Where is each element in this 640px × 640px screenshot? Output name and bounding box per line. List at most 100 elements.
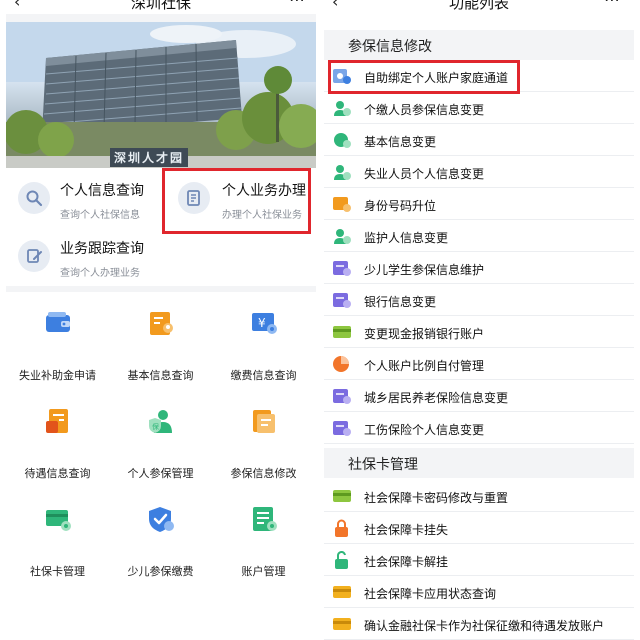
item-label: 身份号码升位 <box>364 199 437 213</box>
grid-label: 社保卡管理 <box>30 565 85 578</box>
checklist-icon <box>46 409 68 433</box>
bank-card-icon <box>333 326 351 338</box>
person-edit-icon <box>334 101 351 116</box>
list-item[interactable]: 基本信息变更 <box>324 124 634 156</box>
top-nav-bar: ‹ 深圳社保 ⋯ <box>6 0 316 14</box>
guardian-icon <box>334 229 351 244</box>
list-item[interactable]: 失业人员个人信息变更 <box>324 156 634 188</box>
card-title: 业务跟踪查询 <box>60 241 144 257</box>
grid-item-personal-insurance-mgmt[interactable]: 保 个人参保管理 <box>109 396 212 490</box>
item-label: 个人账户比例自付管理 <box>364 359 485 373</box>
list-item[interactable]: 银行信息变更 <box>324 284 634 316</box>
unlock-icon <box>335 551 348 569</box>
grid-label: 失业补助金申请 <box>19 369 96 382</box>
card-password-icon <box>333 490 351 502</box>
card-status-icon <box>333 586 351 598</box>
building-illustration <box>6 22 316 168</box>
grid-label: 参保信息修改 <box>230 467 297 480</box>
screenshot-collage: ‹ 深圳社保 ⋯ <box>0 0 640 640</box>
basic-info-icon <box>334 133 351 148</box>
id-upgrade-icon <box>333 197 351 212</box>
section-title: 参保信息修改 <box>348 39 432 55</box>
card-subtitle: 查询个人办理业务 <box>60 268 140 279</box>
svg-text:¥: ¥ <box>258 316 266 330</box>
search-icon <box>18 182 50 214</box>
list-item[interactable]: 个缴人员参保信息变更 <box>324 92 634 124</box>
grid-item-account-mgmt[interactable]: 账户管理 <box>212 494 315 588</box>
section-header: 参保信息修改 <box>324 30 634 60</box>
card-title: 个人信息查询 <box>60 183 144 199</box>
list-item[interactable]: 城乡居民养老保险信息变更 <box>324 380 634 412</box>
grid-item-payment-info-query[interactable]: ¥ 缴费信息查询 <box>212 298 315 392</box>
grid-item-insurance-info-modify[interactable]: 参保信息修改 <box>212 396 315 490</box>
list-item[interactable]: 社会保障卡解挂 <box>324 544 634 576</box>
svg-text:保: 保 <box>152 422 159 431</box>
list-item[interactable]: 工伤保险个人信息变更 <box>324 412 634 444</box>
card-gear-icon <box>46 510 71 531</box>
list-item[interactable]: 社会保障卡应用状态查询 <box>324 576 634 608</box>
grid-item-child-insurance-payment[interactable]: 少儿参保缴费 <box>109 494 212 588</box>
grid-label: 缴费信息查询 <box>230 369 297 382</box>
list-item[interactable]: 确认金融社保卡作为社保征缴和待遇发放账户 <box>324 608 634 640</box>
personal-info-query-card[interactable]: 个人信息查询 查询个人社保信息 <box>6 168 166 228</box>
list-item[interactable]: 社会保障卡挂失 <box>324 512 634 544</box>
grid-item-unemployment-subsidy[interactable]: 失业补助金申请 <box>6 298 109 392</box>
item-label: 社会保障卡解挂 <box>364 555 449 569</box>
right-screen: ‹ 功能列表 ⋯ 参保信息修改 自助绑定个人账户家庭通道 个缴人员参保信息变更 … <box>324 0 634 640</box>
list-item[interactable]: 身份号码升位 <box>324 188 634 220</box>
item-label: 失业人员个人信息变更 <box>364 167 485 181</box>
top-nav-bar: ‹ 功能列表 ⋯ <box>324 0 634 12</box>
section-title: 社保卡管理 <box>348 457 418 473</box>
item-label: 城乡居民养老保险信息变更 <box>364 391 509 405</box>
list-item[interactable]: 少儿学生参保信息维护 <box>324 252 634 284</box>
injury-info-icon <box>333 421 351 436</box>
pension-info-icon <box>333 389 351 404</box>
left-screen: ‹ 深圳社保 ⋯ <box>6 0 316 640</box>
grid-label: 少儿参保缴费 <box>127 565 194 578</box>
function-grid: 失业补助金申请 基本信息查询 ¥ 缴费信息查询 待遇信息查询 保 个人参保管理 <box>6 292 316 640</box>
item-label: 监护人信息变更 <box>364 231 449 245</box>
item-label: 确认金融社保卡作为社保征缴和待遇发放账户 <box>364 619 605 633</box>
item-label: 社会保障卡应用状态查询 <box>364 587 497 601</box>
pie-chart-icon <box>333 356 349 372</box>
bank-info-icon <box>333 293 351 308</box>
pencil-icon <box>18 240 50 272</box>
item-label: 个缴人员参保信息变更 <box>364 103 485 117</box>
item-label: 社会保障卡密码修改与重置 <box>364 491 509 505</box>
list-item[interactable]: 社会保障卡密码修改与重置 <box>324 480 634 512</box>
nav-title: 深圳社保 <box>130 0 191 12</box>
list-item[interactable]: 监护人信息变更 <box>324 220 634 252</box>
person-shield-icon: 保 <box>149 410 172 433</box>
unemployed-person-icon <box>334 165 351 180</box>
wallet-icon <box>46 312 70 332</box>
nav-title: 功能列表 <box>448 0 509 12</box>
banner-image: 深圳人才园 <box>6 22 316 168</box>
item-label: 社会保障卡挂失 <box>364 523 449 537</box>
business-tracking-card[interactable]: 业务跟踪查询 查询个人办理业务 <box>6 226 166 286</box>
item-label: 少儿学生参保信息维护 <box>364 263 485 277</box>
item-label: 基本信息变更 <box>364 135 437 149</box>
building-sign: 深圳人才园 <box>110 148 189 167</box>
list-item[interactable]: 变更现金报销银行账户 <box>324 316 634 348</box>
profile-card-icon <box>150 312 173 335</box>
section-header: 社保卡管理 <box>324 448 634 478</box>
account-list-icon <box>253 507 277 531</box>
card-subtitle: 查询个人社保信息 <box>60 210 140 221</box>
student-info-icon <box>333 261 351 276</box>
list-item[interactable]: 个人账户比例自付管理 <box>324 348 634 380</box>
edit-document-icon <box>253 410 275 433</box>
shield-child-icon <box>149 507 174 532</box>
item-label: 变更现金报销银行账户 <box>364 327 485 341</box>
grid-label: 基本信息查询 <box>127 369 194 382</box>
more-icon[interactable]: ⋯ <box>289 0 306 9</box>
grid-item-benefit-info-query[interactable]: 待遇信息查询 <box>6 396 109 490</box>
grid-label: 个人参保管理 <box>127 467 194 480</box>
grid-label: 账户管理 <box>241 565 286 578</box>
grid-item-basic-info-query[interactable]: 基本信息查询 <box>109 298 212 392</box>
highlight-frame-left <box>162 168 311 234</box>
highlight-frame-right <box>328 60 520 94</box>
item-label: 银行信息变更 <box>364 295 437 309</box>
grid-item-social-card-mgmt[interactable]: 社保卡管理 <box>6 494 109 588</box>
more-icon[interactable]: ⋯ <box>604 0 620 9</box>
grid-label: 待遇信息查询 <box>24 467 91 480</box>
